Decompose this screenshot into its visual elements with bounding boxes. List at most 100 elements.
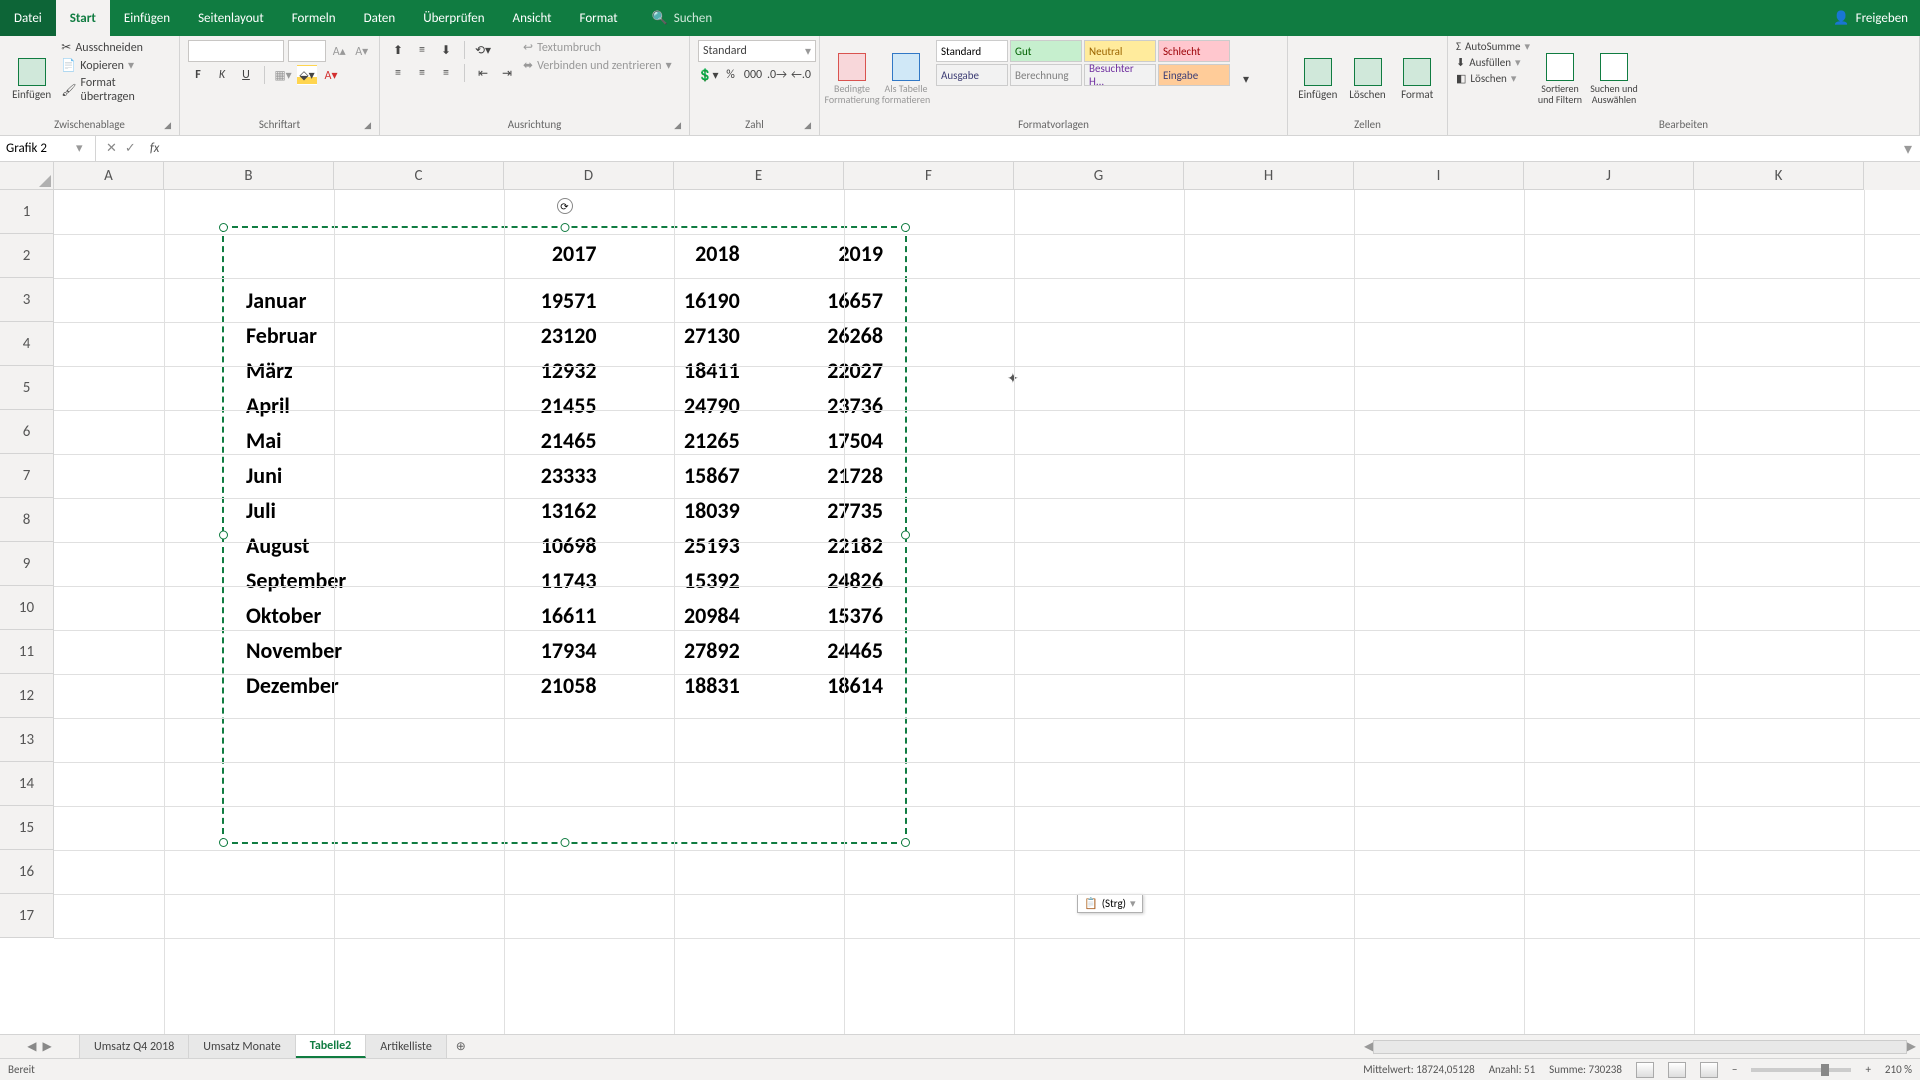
view-normal-button[interactable] [1636, 1062, 1654, 1078]
sheet-tab-artikelliste[interactable]: Artikelliste [366, 1035, 447, 1058]
shrink-font-button[interactable]: A▾ [352, 41, 371, 61]
column-header-C[interactable]: C [334, 162, 504, 190]
row-header-13[interactable]: 13 [0, 718, 54, 762]
row-header-1[interactable]: 1 [0, 190, 54, 234]
row-header-16[interactable]: 16 [0, 850, 54, 894]
ribbon-tab-ansicht[interactable]: Ansicht [499, 0, 566, 36]
align-right-button[interactable]: ≡ [436, 63, 456, 83]
row-header-5[interactable]: 5 [0, 366, 54, 410]
column-header-G[interactable]: G [1014, 162, 1184, 190]
row-header-7[interactable]: 7 [0, 454, 54, 498]
column-header-B[interactable]: B [164, 162, 334, 190]
delete-cells-button[interactable]: Löschen [1346, 40, 1390, 118]
ribbon-tab-überprüfen[interactable]: Überprüfen [409, 0, 498, 36]
resize-handle-nw[interactable] [219, 223, 228, 232]
resize-handle-se[interactable] [901, 838, 910, 847]
align-middle-button[interactable]: ≡ [412, 40, 432, 60]
row-header-8[interactable]: 8 [0, 498, 54, 542]
cell-style-5[interactable]: Berechnung [1010, 64, 1082, 86]
font-name-combo[interactable] [188, 40, 284, 62]
row-header-14[interactable]: 14 [0, 762, 54, 806]
wrap-text-button[interactable]: ↩Textumbruch [523, 40, 672, 55]
worksheet-grid[interactable]: ABCDEFGHIJK 1234567891011121314151617 ⟳ … [0, 162, 1920, 1034]
share-button[interactable]: 👤 Freigeben [1833, 11, 1908, 26]
thousands-button[interactable]: 000 [743, 65, 763, 85]
paste-options-button[interactable]: 📋 (Strg) ▾ [1077, 894, 1143, 913]
sort-filter-button[interactable]: Sortieren und Filtern [1536, 40, 1584, 118]
column-header-H[interactable]: H [1184, 162, 1354, 190]
sheet-tab-umsatz-monate[interactable]: Umsatz Monate [189, 1035, 295, 1058]
grow-font-button[interactable]: A▴ [330, 41, 349, 61]
number-format-combo[interactable]: Standard▾ [698, 40, 816, 62]
row-header-4[interactable]: 4 [0, 322, 54, 366]
row-header-2[interactable]: 2 [0, 234, 54, 278]
row-header-15[interactable]: 15 [0, 806, 54, 850]
view-pagelayout-button[interactable] [1668, 1062, 1686, 1078]
row-headers[interactable]: 1234567891011121314151617 [0, 190, 54, 938]
paste-button[interactable]: Einfügen [8, 40, 55, 118]
fill-button[interactable]: ⬇Ausfüllen▾ [1456, 56, 1530, 69]
ribbon-tab-formeln[interactable]: Formeln [278, 0, 350, 36]
cell-style-2[interactable]: Neutral [1084, 40, 1156, 62]
name-box[interactable]: ▾ [0, 136, 96, 161]
resize-handle-n[interactable] [560, 223, 569, 232]
copy-button[interactable]: 📄Kopieren▾ [61, 58, 171, 73]
cut-button[interactable]: ✂Ausschneiden [61, 40, 171, 55]
row-header-6[interactable]: 6 [0, 410, 54, 454]
fx-icon[interactable]: fx [150, 141, 160, 156]
cell-style-4[interactable]: Ausgabe [936, 64, 1008, 86]
cell-style-6[interactable]: Besuchter H... [1084, 64, 1156, 86]
resize-handle-e[interactable] [901, 531, 910, 540]
sheet-tab-umsatz-q4-2018[interactable]: Umsatz Q4 2018 [80, 1035, 189, 1058]
file-tab[interactable]: Datei [0, 0, 56, 36]
format-cells-button[interactable]: Format [1395, 40, 1439, 118]
indent-dec-button[interactable]: ⇤ [473, 63, 493, 83]
resize-handle-s[interactable] [560, 838, 569, 847]
sheet-tab-tabelle2[interactable]: Tabelle2 [296, 1035, 366, 1058]
zoom-in-button[interactable]: + [1865, 1063, 1870, 1076]
font-size-combo[interactable] [288, 40, 326, 62]
cell-style-0[interactable]: Standard [936, 40, 1008, 62]
column-header-J[interactable]: J [1524, 162, 1694, 190]
row-header-12[interactable]: 12 [0, 674, 54, 718]
ribbon-tab-start[interactable]: Start [56, 0, 110, 36]
resize-handle-w[interactable] [219, 531, 228, 540]
align-center-button[interactable]: ≡ [412, 63, 432, 83]
indent-inc-button[interactable]: ⇥ [497, 63, 517, 83]
format-as-table-button[interactable]: Als Tabelle formatieren [882, 40, 930, 118]
row-header-3[interactable]: 3 [0, 278, 54, 322]
orientation-button[interactable]: ⟲▾ [473, 40, 493, 60]
column-header-F[interactable]: F [844, 162, 1014, 190]
insert-cells-button[interactable]: Einfügen [1296, 40, 1340, 118]
align-bottom-button[interactable]: ⬇ [436, 40, 456, 60]
font-color-button[interactable]: A▾ [321, 65, 341, 85]
column-header-A[interactable]: A [54, 162, 164, 190]
column-header-E[interactable]: E [674, 162, 844, 190]
autosum-button[interactable]: ΣAutoSumme▾ [1456, 40, 1530, 53]
find-select-button[interactable]: Suchen und Auswählen [1590, 40, 1638, 118]
zoom-level[interactable]: 210 % [1885, 1063, 1912, 1076]
new-sheet-button[interactable]: ⊕ [447, 1035, 475, 1058]
row-header-11[interactable]: 11 [0, 630, 54, 674]
align-left-button[interactable]: ≡ [388, 63, 408, 83]
pasted-picture-selection[interactable]: ⟳ 201720182019Januar195711619016657Febru… [222, 226, 907, 844]
column-header-K[interactable]: K [1694, 162, 1864, 190]
column-header-D[interactable]: D [504, 162, 674, 190]
enter-formula-button[interactable]: ✓ [125, 141, 136, 156]
zoom-out-button[interactable]: − [1732, 1063, 1737, 1076]
conditional-formatting-button[interactable]: Bedingte Formatierung [828, 40, 876, 118]
formula-expand-button[interactable]: ▾ [1896, 139, 1920, 159]
name-box-input[interactable] [6, 141, 76, 156]
ribbon-tab-seitenlayout[interactable]: Seitenlayout [184, 0, 278, 36]
row-header-17[interactable]: 17 [0, 894, 54, 938]
column-headers[interactable]: ABCDEFGHIJK [54, 162, 1920, 190]
ribbon-tab-einfügen[interactable]: Einfügen [110, 0, 184, 36]
fill-color-button[interactable]: ⬙▾ [297, 65, 317, 85]
align-top-button[interactable]: ⬆ [388, 40, 408, 60]
border-button[interactable]: ▦▾ [273, 65, 293, 85]
italic-button[interactable]: K [212, 65, 232, 85]
dec-decimal-button[interactable]: ←.0 [791, 65, 811, 85]
column-header-I[interactable]: I [1354, 162, 1524, 190]
styles-more-button[interactable]: ▾ [1236, 69, 1256, 89]
format-painter-button[interactable]: 🖌Format übertragen [61, 76, 171, 104]
